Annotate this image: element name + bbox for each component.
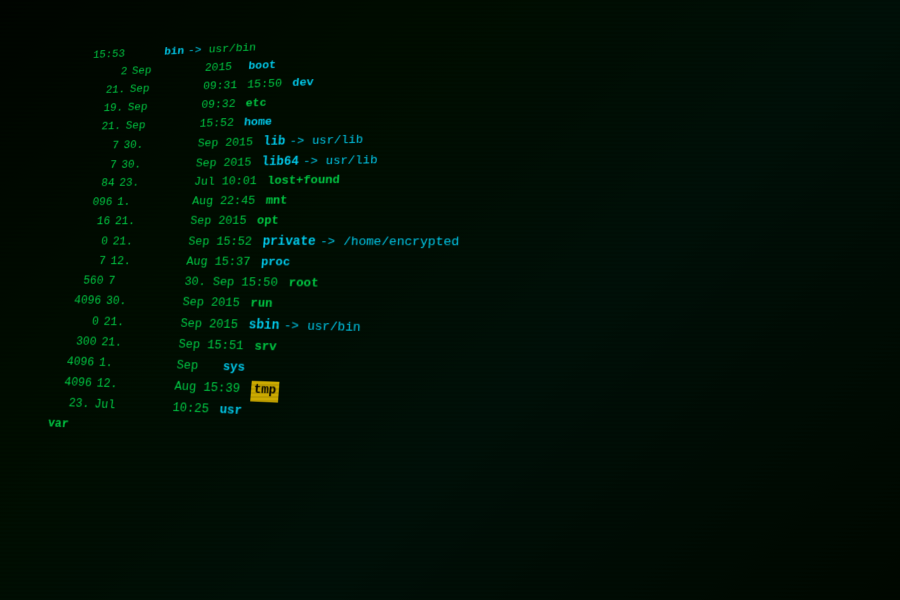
file-time: 30. Sep 15:50 xyxy=(184,274,290,295)
file-date: Sep xyxy=(131,61,206,81)
file-size: 19. xyxy=(85,100,128,119)
file-size: 0 xyxy=(59,313,104,333)
file-name: home xyxy=(243,114,272,133)
symlink-arrow: -> xyxy=(283,317,299,338)
file-date: 21. xyxy=(100,334,179,356)
symlink-target: usr/lib xyxy=(311,132,363,152)
file-size: 4096 xyxy=(62,292,107,312)
file-name: etc xyxy=(245,95,267,114)
file-date: 23. xyxy=(118,175,195,194)
file-date: Sep xyxy=(127,98,202,118)
symlink-arrow: -> xyxy=(289,133,305,152)
file-size: 23. xyxy=(49,394,95,416)
file-date: 21. xyxy=(111,234,189,253)
file-time: Jul 10:01 xyxy=(193,174,268,194)
file-time: 15:52 xyxy=(199,115,245,134)
file-size: 7 xyxy=(78,157,122,176)
table-row: 0 21. Sep 15:52 private -> /home/encrypt… xyxy=(69,233,900,257)
terminal-content: 15:53 bin -> usr/bin 2 Sep 2015 boot 21.… xyxy=(12,0,900,600)
file-time: Aug 15:39 xyxy=(174,378,252,401)
file-date: 30. xyxy=(122,136,198,156)
file-date: 12. xyxy=(109,253,187,272)
symlink-target: usr/bin xyxy=(306,318,361,340)
file-size: 096 xyxy=(74,195,118,213)
file-date: 21. xyxy=(114,213,191,232)
file-date: 7 xyxy=(107,273,185,293)
file-name-highlighted: tmp xyxy=(250,380,280,402)
file-time: 09:32 xyxy=(200,96,246,115)
file-name: mnt xyxy=(265,193,288,212)
file-time: Aug 22:45 xyxy=(191,193,266,212)
file-name: bin xyxy=(163,44,184,62)
file-name: sys xyxy=(222,358,246,379)
symlink-arrow: -> xyxy=(319,234,335,254)
file-time: Sep 2015 xyxy=(189,213,257,232)
symlink-target: usr/bin xyxy=(208,40,257,60)
terminal-window: 15:53 bin -> usr/bin 2 Sep 2015 boot 21.… xyxy=(0,0,900,600)
file-date: 12. xyxy=(95,375,175,398)
file-date: Sep xyxy=(129,79,204,99)
file-date: 30. xyxy=(120,156,196,175)
symlink-arrow: -> xyxy=(187,43,202,61)
file-size: 21. xyxy=(83,118,126,137)
file-name: opt xyxy=(256,213,279,232)
file-size: 0 xyxy=(69,234,114,253)
table-row: 16 21. Sep 2015 opt xyxy=(71,209,900,232)
file-time: Sep 15:52 xyxy=(187,234,263,253)
file-name: lib xyxy=(263,133,287,153)
file-size: 7 xyxy=(81,138,125,157)
file-date: 1. xyxy=(116,194,193,213)
file-name: private xyxy=(262,233,317,253)
file-date: 1. xyxy=(98,354,178,376)
file-size: 84 xyxy=(76,176,120,195)
file-time: Sep 2015 xyxy=(197,134,264,154)
file-size: 2 xyxy=(90,64,133,83)
file-name: usr xyxy=(219,401,243,423)
file-name: sbin xyxy=(248,316,280,337)
file-name: lib64 xyxy=(261,153,299,173)
file-size: 560 xyxy=(64,273,109,292)
file-time: Sep 2015 xyxy=(180,315,250,336)
file-name: dev xyxy=(292,75,315,94)
file-time: Sep xyxy=(176,357,224,379)
file-time: Aug 15:37 xyxy=(185,254,261,274)
file-date: 15:53 xyxy=(92,45,165,65)
file-name: var xyxy=(47,414,70,435)
file-size: 16 xyxy=(71,214,115,232)
file-name: lost+found xyxy=(266,172,340,192)
file-size: 4096 xyxy=(52,373,98,394)
file-date: Jul xyxy=(93,396,173,420)
file-listing: 15:53 bin -> usr/bin 2 Sep 2015 boot 21.… xyxy=(47,8,900,481)
symlink-target: /home/encrypted xyxy=(343,234,460,254)
file-time: 2015 xyxy=(204,59,249,78)
file-name: srv xyxy=(253,338,277,359)
symlink-arrow: -> xyxy=(302,153,318,172)
file-size: 300 xyxy=(57,333,103,354)
symlink-target: usr/lib xyxy=(325,152,378,172)
file-size: 7 xyxy=(67,253,112,272)
file-name: proc xyxy=(260,254,291,274)
file-time: Sep 2015 xyxy=(195,154,263,174)
file-name: root xyxy=(288,275,319,295)
file-size: 21. xyxy=(88,82,131,101)
file-year: 15:50 xyxy=(246,76,293,96)
file-time: 10:25 xyxy=(171,399,220,422)
file-name: boot xyxy=(248,58,277,77)
file-date: 30. xyxy=(105,293,184,314)
file-date: Sep xyxy=(125,116,201,136)
file-date: 21. xyxy=(102,314,181,335)
file-time: 09:31 xyxy=(202,77,248,96)
file-time: Sep 15:51 xyxy=(178,336,256,358)
file-size: 4096 xyxy=(54,353,100,374)
file-name: run xyxy=(250,295,274,315)
file-time: Sep 2015 xyxy=(182,294,252,315)
